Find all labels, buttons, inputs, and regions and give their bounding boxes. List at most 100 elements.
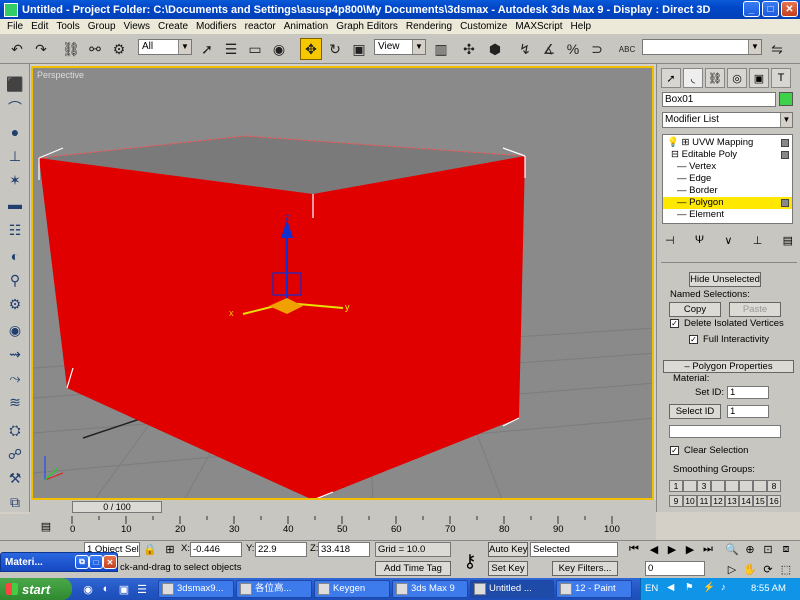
rectangle-region-icon[interactable]: ▭ [244,38,266,60]
time-slider[interactable]: 0 / 100 [30,500,656,514]
snap-toggle-icon[interactable]: ↯ [514,38,536,60]
lock-icon[interactable]: 🔒 [142,541,158,557]
mirror-icon[interactable]: ⇋ [766,38,788,60]
smoothing-group-button[interactable] [683,480,697,492]
hide-unselected-button[interactable]: Hide Unselected [689,272,761,287]
smoothing-group-button[interactable]: 16 [767,495,781,507]
full-interactivity-checkbox[interactable]: ✓ [689,335,698,344]
tool-strip-icon[interactable]: ⌒ [4,98,26,118]
field-of-view-icon[interactable]: ▷ [724,561,740,577]
track-bar[interactable]: ▤ 0 10 20 30 40 50 60 70 80 90 100 [0,514,656,540]
zoom-extents-all-icon[interactable]: ⧈ [778,541,794,557]
tool-strip-icon[interactable]: ⤳ [4,368,26,388]
zoom-all-icon[interactable]: ⊕ [742,541,758,557]
stack-toggle-icon[interactable] [781,151,789,159]
menu-edit[interactable]: Edit [27,21,52,32]
perspective-viewport[interactable]: Perspective z y x [31,66,654,500]
tool-strip-icon[interactable]: ☷ [4,220,26,240]
maximize-viewport-icon[interactable]: ⬚ [778,561,794,577]
tool-strip-icon[interactable]: ⚲ [4,270,26,290]
smoothing-group-button[interactable]: 10 [683,495,697,507]
tool-strip-icon[interactable]: ● [4,122,26,142]
pan-icon[interactable]: ✋ [742,561,758,577]
menu-create[interactable]: Create [154,21,192,32]
tool-strip-icon[interactable]: ▬ [4,194,26,214]
go-to-end-icon[interactable]: ⏭ [700,541,716,557]
add-time-tag-button[interactable]: Add Time Tag [375,561,451,576]
stack-item-element[interactable]: — Element [663,209,792,221]
menu-reactor[interactable]: reactor [241,21,280,32]
undo-icon[interactable]: ↶ [6,38,28,60]
selection-filter-dropdown[interactable]: All ▼ [138,39,192,55]
modifier-list-dropdown[interactable]: Modifier List ▼ [662,112,793,128]
smoothing-group-button[interactable] [739,480,753,492]
reference-coordinate-dropdown[interactable]: View ▼ [374,39,426,55]
close-button[interactable]: ✕ [781,1,798,17]
task-button[interactable]: 3ds Max 9 [392,580,468,598]
smoothing-group-button[interactable]: 8 [767,480,781,492]
z-coordinate-field[interactable]: 33.418 [318,542,370,557]
polygon-properties-rollout[interactable]: – Polygon Properties [663,360,794,373]
object-color-swatch[interactable] [779,92,793,106]
select-manipulate-icon[interactable]: ✣ [458,38,480,60]
key-filters-button[interactable]: Key Filters... [552,561,618,576]
time-slider-thumb[interactable]: 0 / 100 [72,501,162,513]
tool-strip-icon[interactable]: ⬛ [4,74,26,94]
menu-modifiers[interactable]: Modifiers [192,21,241,32]
window-crossing-icon[interactable]: ◉ [268,38,290,60]
hierarchy-tab-icon[interactable]: ⛓ [705,68,725,88]
arc-rotate-icon[interactable]: ⟳ [760,561,776,577]
maximize-icon[interactable]: □ [89,555,103,569]
stack-toggle-icon[interactable] [781,139,789,147]
edit-named-selections-icon[interactable]: ABC [616,38,638,60]
auto-key-button[interactable]: Auto Key [488,542,528,557]
smoothing-group-button[interactable]: 14 [739,495,753,507]
paste-button[interactable]: Paste [729,302,781,317]
tool-strip-icon[interactable]: ⧉ [4,492,26,512]
stack-item-polygon[interactable]: — Polygon [663,197,792,209]
menu-animation[interactable]: Animation [280,21,332,32]
smoothing-group-button[interactable]: 9 [669,495,683,507]
menu-views[interactable]: Views [120,21,155,32]
task-button[interactable]: 各位高... [236,580,312,598]
key-icon[interactable]: ⚷ [458,549,482,573]
absolute-mode-icon[interactable]: ⊞ [162,541,178,557]
task-button[interactable]: Untitled ... [470,580,554,598]
close-icon[interactable]: ✕ [103,555,117,569]
stack-item-edge[interactable]: — Edge [663,173,792,185]
percent-snap-icon[interactable]: % [562,38,584,60]
smoothing-group-button[interactable]: 1 [669,480,683,492]
material-name-dropdown[interactable] [669,425,781,438]
smoothing-group-button[interactable]: 12 [711,495,725,507]
smoothing-group-button[interactable] [753,480,767,492]
menu-graph-editors[interactable]: Graph Editors [332,21,402,32]
task-button[interactable]: Keygen [314,580,390,598]
smoothing-group-button[interactable] [711,480,725,492]
motion-tab-icon[interactable]: ◎ [727,68,747,88]
menu-tools[interactable]: Tools [52,21,83,32]
quick-launch-icon[interactable]: ◐ [98,581,114,597]
zoom-icon[interactable]: 🔍 [724,541,740,557]
y-coordinate-field[interactable]: 22.9 [255,542,307,557]
select-id-spinner[interactable]: 1 [727,405,769,418]
named-selection-dropdown[interactable]: ▼ [642,39,762,55]
tool-strip-icon[interactable]: ⇝ [4,344,26,364]
menu-maxscript[interactable]: MAXScript [511,21,566,32]
set-id-spinner[interactable]: 1 [727,386,769,399]
spinner-snap-icon[interactable]: ⊃ [586,38,608,60]
select-link-icon[interactable]: ⛓ [60,38,82,60]
menu-file[interactable]: File [3,21,27,32]
current-frame-field[interactable]: 0 [645,561,705,576]
zoom-extents-icon[interactable]: ⊡ [760,541,776,557]
redo-icon[interactable]: ↷ [30,38,52,60]
language-indicator[interactable]: EN [645,583,658,594]
next-frame-icon[interactable]: ▶ [682,541,698,557]
smoothing-group-button[interactable]: 15 [753,495,767,507]
maximize-button[interactable]: □ [762,1,779,17]
tool-strip-icon[interactable]: ✶ [4,170,26,190]
object-name-field[interactable]: Box01 [662,92,776,107]
copy-button[interactable]: Copy [669,302,721,317]
select-id-button[interactable]: Select ID [669,404,721,419]
tool-strip-icon[interactable]: ☍ [4,444,26,464]
stack-item-border[interactable]: — Border [663,185,792,197]
